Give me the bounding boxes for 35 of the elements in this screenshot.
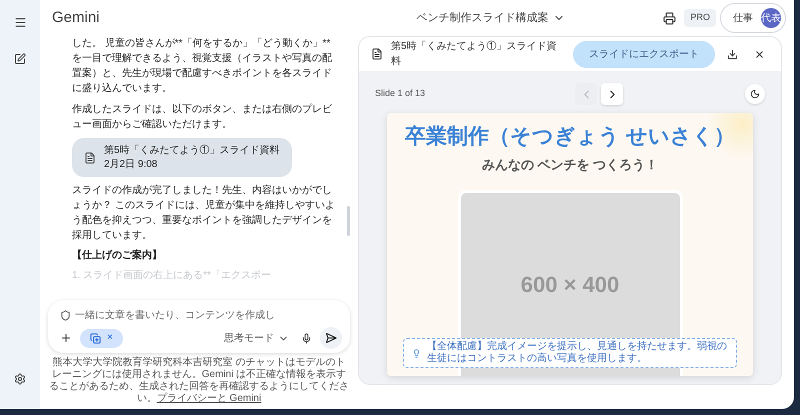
slide-subtitle: みんなの ベンチを つくろう！ bbox=[482, 156, 658, 174]
slide-title: 卒業制作（そつぎょう せいさく） bbox=[405, 124, 735, 150]
next-slide-button[interactable] bbox=[601, 83, 623, 105]
message-paragraph: した。 児童の皆さんが**「何をするか」「どう動くか」**を一目で理解できるよう、視覚支援（イラストや写真の配置案）と、先生が現場で配慮すべきポイントを各スライドに盛り込んでいます。 bbox=[72, 36, 333, 96]
disclaimer-text: 熊本大学大学院教育学研究科本吉研究室 のチャットはモデルのトレーニングには使用されません。Gemini は不正確な情報を表示することがあるため、生成された回答を再確認するようにしてください。プライバシーと Gemini bbox=[48, 357, 350, 405]
document-icon bbox=[84, 152, 96, 164]
prompt-input[interactable]: 一緒に文章を書いたり、コンテンツを作成し bbox=[75, 308, 342, 323]
privacy-link[interactable]: プライバシーと Gemini bbox=[156, 393, 262, 404]
export-button[interactable]: スライドにエクスポート bbox=[573, 40, 715, 68]
attachment-title: 第5時「くみたてよう①」スライド資料 bbox=[104, 144, 280, 158]
message-heading: 【仕上げのご案内】 bbox=[72, 249, 163, 263]
send-button[interactable] bbox=[320, 327, 342, 349]
moon-icon bbox=[750, 89, 760, 99]
document-icon bbox=[371, 48, 383, 60]
message-paragraph: 1. スライド画面の右上にある**「エクスポー bbox=[72, 269, 272, 283]
placeholder-label: 600 × 400 bbox=[520, 271, 620, 299]
avatar: 代表 bbox=[761, 8, 781, 28]
tool-chip[interactable]: × bbox=[80, 328, 123, 348]
message-paragraph: スライドの作成が完了しました！先生、内容はいかがでしょうか？ このスライドには、児童が集中を維持しやすいよう配色を抑えつつ、重要なポイントを強調したデザインを採用しています。 bbox=[72, 184, 336, 243]
conversation-title[interactable]: ベンチ制作スライド構成案 bbox=[416, 10, 565, 26]
slide-counter: Slide 1 of 13 bbox=[375, 87, 426, 100]
message-paragraph: 作成したスライドは、以下のボタン、または右側のプレビュー画面からご確認いただけます。 bbox=[72, 102, 333, 132]
mode-dropdown[interactable]: 思考モード bbox=[224, 330, 289, 346]
preview-title: 第5時「くみたてよう①」スライド資料 bbox=[391, 40, 558, 69]
slide-note: 【全体配慮】完成イメージを提示し、見通しを持たせます。弱視の生徒にはコントラストの高い写真を使用します。 bbox=[403, 338, 737, 368]
attachment-date: 2月2日 9:08 bbox=[104, 158, 158, 171]
scrollbar[interactable] bbox=[347, 206, 350, 236]
account-switcher[interactable]: 仕事 代表 bbox=[720, 3, 786, 33]
app-title: Gemini bbox=[52, 8, 101, 28]
dark-mode-button[interactable] bbox=[745, 84, 765, 104]
lightbulb-icon bbox=[412, 348, 421, 358]
plan-badge: PRO bbox=[684, 9, 716, 27]
send-icon bbox=[325, 332, 337, 344]
shield-icon bbox=[60, 310, 71, 321]
attachment-card[interactable]: 第5時「くみたてよう①」スライド資料 2月2日 9:08 bbox=[72, 138, 292, 177]
